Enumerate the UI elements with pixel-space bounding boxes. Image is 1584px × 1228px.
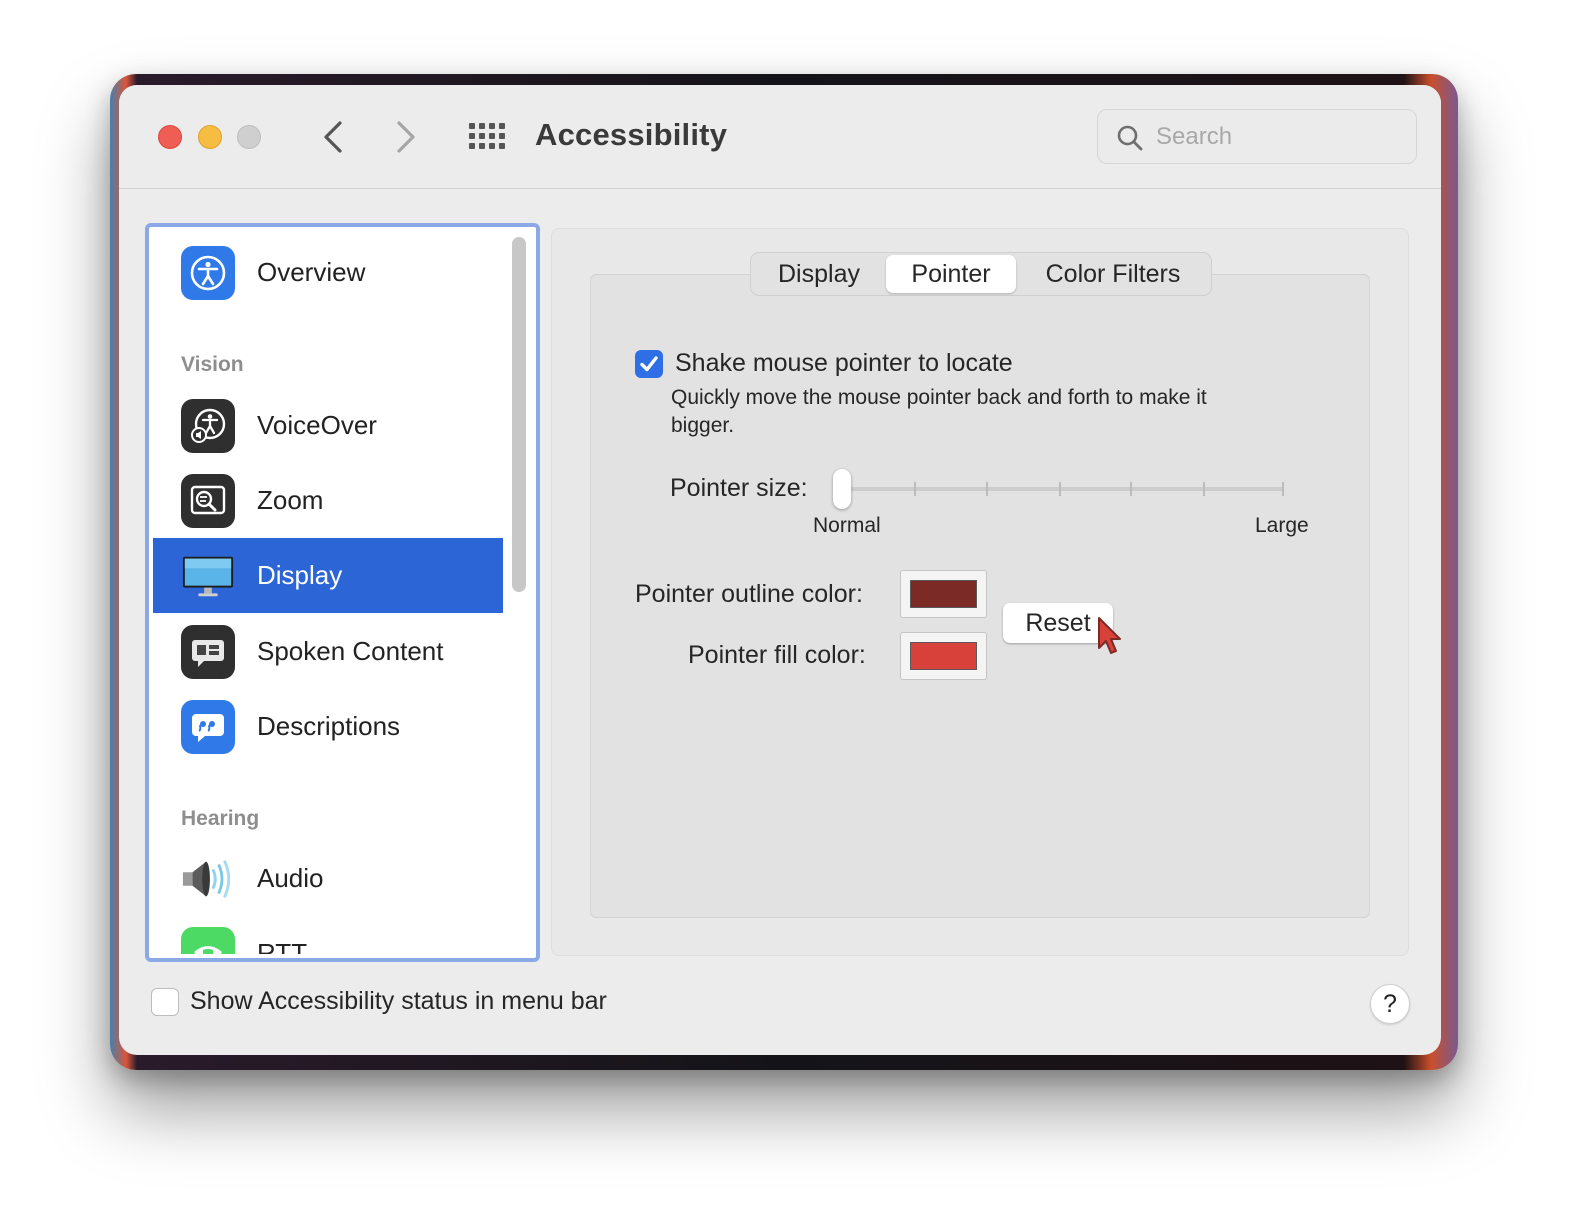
pointer-size-label: Pointer size: (670, 474, 808, 502)
search-icon (1117, 125, 1143, 151)
mouse-pointer-icon (1098, 617, 1121, 654)
sidebar-item-descriptions[interactable]: Descriptions (153, 689, 503, 764)
fill-color-well[interactable] (900, 632, 987, 680)
section-heading-vision: Vision (181, 353, 244, 376)
section-heading-hearing: Hearing (181, 807, 260, 830)
sidebar-scrollbar[interactable] (512, 237, 526, 592)
zoom-icon (181, 473, 235, 528)
sidebar-item-display[interactable]: Display (153, 538, 503, 613)
chevron-left-icon (324, 121, 342, 153)
title-bar: Accessibility (119, 85, 1441, 189)
sidebar-item-audio[interactable]: Audio (153, 841, 503, 916)
show-all-grid-button[interactable] (465, 121, 509, 153)
sidebar-list[interactable]: Overview Vision VoiceOver Zoom Display S… (145, 223, 540, 962)
search-input[interactable] (1156, 120, 1406, 154)
sidebar-item-label: Overview (257, 257, 366, 287)
rtt-phone-icon (181, 926, 235, 954)
sidebar-item-label: Descriptions (257, 711, 401, 741)
descriptions-icon (181, 699, 235, 754)
spoken-content-icon (181, 624, 235, 679)
voiceover-icon (181, 398, 235, 453)
sidebar-item-label: Zoom (257, 485, 324, 515)
zoom-window-button[interactable] (237, 125, 261, 149)
slider-max-label: Large (1255, 514, 1309, 537)
forward-button[interactable] (386, 117, 426, 157)
tab-color-filters[interactable]: Color Filters (1017, 255, 1209, 293)
shake-pointer-label: Shake mouse pointer to locate (675, 349, 1013, 377)
sidebar-item-label: Audio (257, 863, 324, 893)
settings-pane: Shake mouse pointer to locate Quickly mo… (551, 228, 1409, 956)
back-button[interactable] (313, 117, 353, 157)
sidebar-item-overview[interactable]: Overview (153, 235, 503, 310)
tab-display[interactable]: Display (753, 255, 885, 293)
tab-content-box: Shake mouse pointer to locate Quickly mo… (590, 274, 1370, 918)
sidebar-item-voiceover[interactable]: VoiceOver (153, 388, 503, 463)
window-title: Accessibility (535, 117, 728, 152)
outline-color-label: Pointer outline color: (635, 580, 863, 608)
tab-bar: Display Pointer Color Filters (750, 252, 1212, 296)
slider-min-label: Normal (813, 514, 881, 537)
pointer-size-slider-knob[interactable] (833, 469, 851, 509)
close-window-button[interactable] (158, 125, 182, 149)
shake-pointer-description: Quickly move the mouse pointer back and … (671, 386, 1207, 437)
outline-color-well[interactable] (900, 570, 987, 618)
minimize-window-button[interactable] (198, 125, 222, 149)
checkmark-icon (640, 356, 658, 372)
sidebar-item-zoom[interactable]: Zoom (153, 463, 503, 538)
tab-pointer[interactable]: Pointer (886, 255, 1016, 293)
preferences-window: Accessibility Overview Vision VoiceOver (119, 85, 1441, 1055)
accessibility-icon (181, 245, 235, 300)
show-status-label: Show Accessibility status in menu bar (190, 987, 607, 1015)
fill-color-label: Pointer fill color: (688, 641, 866, 669)
speaker-icon (181, 852, 235, 906)
display-icon (181, 549, 235, 603)
shake-pointer-checkbox[interactable] (635, 350, 663, 378)
chevron-right-icon (397, 121, 415, 153)
sidebar-item-rtt[interactable]: RTT (153, 916, 503, 954)
help-button[interactable]: ? (1370, 984, 1410, 1024)
sidebar-item-label: RTT (257, 938, 308, 954)
sidebar-item-label: Display (257, 560, 343, 590)
show-status-checkbox[interactable] (151, 988, 179, 1016)
sidebar-item-spoken-content[interactable]: Spoken Content (153, 614, 503, 689)
search-field[interactable] (1097, 109, 1417, 164)
sidebar-item-label: VoiceOver (257, 410, 377, 440)
sidebar-item-label: Spoken Content (257, 636, 444, 666)
